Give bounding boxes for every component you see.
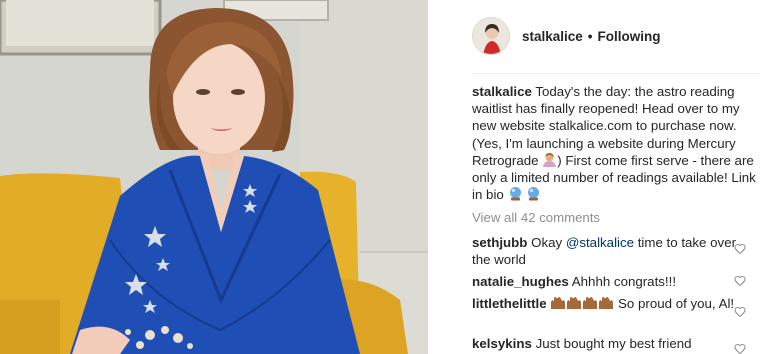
post-photo[interactable] — [0, 0, 428, 354]
header-divider — [472, 73, 760, 74]
person-facepalming-emoji-icon — [543, 152, 557, 167]
heart-outline-icon[interactable] — [734, 243, 746, 255]
view-all-comments-link[interactable]: View all 42 comments — [472, 210, 600, 225]
comment-username[interactable]: natalie_hughes — [472, 274, 569, 289]
header-separator: • — [587, 28, 593, 44]
avatar-image — [473, 18, 509, 54]
crystal-ball-emoji-icon — [528, 187, 540, 201]
heart-outline-icon[interactable] — [734, 306, 746, 318]
comment-username[interactable]: kelsykins — [472, 336, 532, 351]
post-header: stalkalice • Following — [472, 16, 762, 56]
comment-text: Okay — [531, 235, 566, 250]
avatar[interactable] — [472, 17, 510, 55]
post-caption: stalkalice Today's the day: the astro re… — [472, 83, 762, 203]
comment-item: natalie_hughes Ahhhh congrats!!! — [472, 273, 744, 290]
following-button[interactable]: Following — [598, 29, 661, 44]
comment-item: sethjubb Okay @stalkalice time to take o… — [472, 234, 744, 268]
caption-username[interactable]: stalkalice — [472, 84, 532, 99]
raising-hands-emoji-icon — [551, 297, 614, 309]
comment-username[interactable]: littlethelittle — [472, 296, 547, 311]
comment-item: littlethelittle So proud of you, Al! — [472, 295, 744, 312]
comment-username[interactable]: sethjubb — [472, 235, 527, 250]
comment-item: kelsykins Just bought my best friend — [472, 335, 744, 352]
post-username[interactable]: stalkalice — [522, 29, 583, 44]
crystal-ball-emoji-icon — [509, 187, 521, 201]
comment-text: Just bought my best friend — [535, 336, 692, 351]
comment-text: Ahhhh congrats!!! — [571, 274, 677, 289]
post-details-panel: stalkalice • Following stalkalice Today's … — [428, 0, 770, 354]
post-header-text: stalkalice • Following — [522, 29, 661, 44]
comment-text: So proud of you, Al! — [618, 296, 735, 311]
heart-outline-icon[interactable] — [734, 275, 746, 287]
heart-outline-icon[interactable] — [734, 343, 746, 354]
comment-mention[interactable]: @stalkalice — [566, 235, 634, 250]
post-photo-illustration — [0, 0, 428, 354]
